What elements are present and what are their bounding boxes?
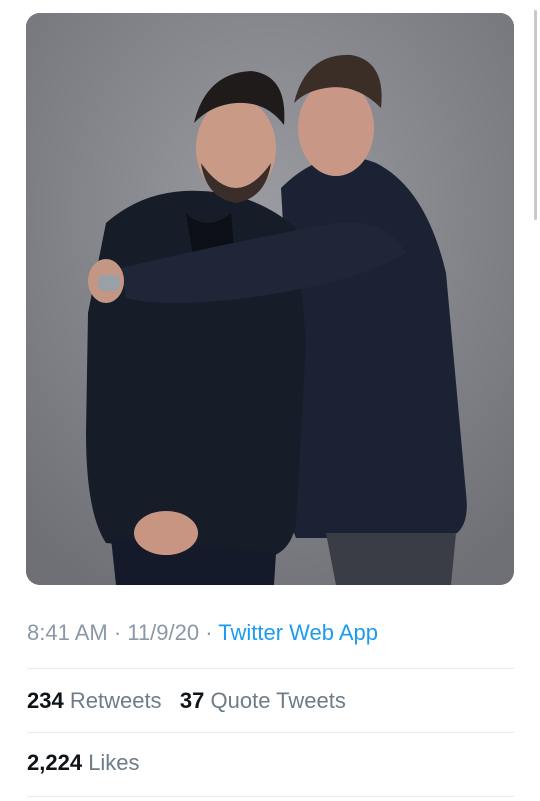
likes-count: 2,224 — [27, 750, 83, 775]
likes-link[interactable]: 2,224 Likes — [27, 750, 140, 775]
divider — [27, 796, 514, 797]
separator: · — [205, 620, 213, 645]
quote-tweets-label: Quote Tweets — [210, 688, 346, 713]
retweet-stats-row: 234 Retweets 37 Quote Tweets — [27, 688, 346, 714]
tweet-date[interactable]: 11/9/20 — [127, 620, 199, 645]
separator: · — [113, 620, 122, 645]
photo-icon — [26, 13, 514, 585]
retweets-label: Retweets — [69, 688, 162, 713]
quote-tweets-link[interactable]: 37 Quote Tweets — [180, 688, 346, 713]
tweet-time[interactable]: 8:41 AM — [27, 620, 108, 645]
divider — [27, 732, 514, 733]
likes-label: Likes — [88, 750, 140, 775]
tweet-source-link[interactable]: Twitter Web App — [218, 620, 378, 645]
tweet-timestamp: 8:41 AM · 11/9/20 · Twitter Web App — [27, 620, 378, 646]
likes-stats-row: 2,224 Likes — [27, 750, 140, 776]
retweets-link[interactable]: 234 Retweets — [27, 688, 168, 713]
tweet-photo[interactable] — [26, 13, 514, 585]
quote-tweets-count: 37 — [179, 688, 205, 713]
scrollbar[interactable] — [534, 10, 537, 220]
divider — [27, 668, 514, 669]
retweets-count: 234 — [27, 688, 64, 713]
